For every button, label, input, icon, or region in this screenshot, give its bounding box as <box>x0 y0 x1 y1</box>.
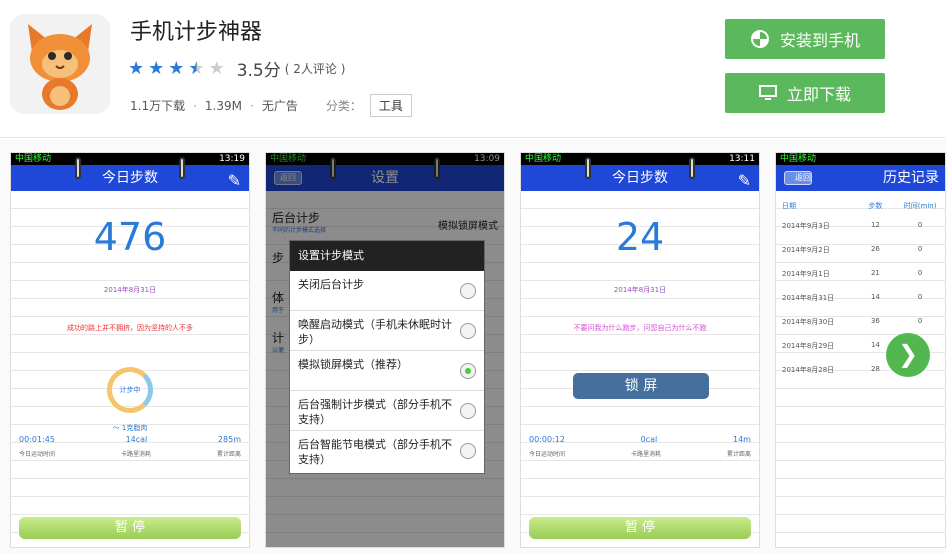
meta-info: 1.1万下载 · 1.39M · 无广告 分类： 工具 <box>130 94 412 117</box>
step-count: 476 <box>93 215 167 259</box>
rating: ★ ★ ★ ★ ★ 3.5分 ( 2人评论 ) <box>128 56 345 81</box>
file-size: 1.39M <box>204 98 242 113</box>
dialog-option: 后台智能节电模式（部分手机不支持） <box>290 431 484 471</box>
download-count: 1.1万下载 <box>130 99 186 113</box>
screenshot-3[interactable]: 中国移动 13:11 今日步数 ✎ 24 2014年8月31日 不要问我为什么跑步… <box>520 152 760 548</box>
status-bar: 中国移动 <box>776 153 945 165</box>
empty-star-icon: ★ <box>208 57 225 79</box>
dialog-option: 关闭后台计步 <box>290 271 484 311</box>
screen-title: 今日步数 <box>612 170 668 186</box>
history-row: 2014年9月1日 21 0 <box>782 269 923 278</box>
binder-ring-icon <box>689 157 695 179</box>
stats-labels: 今日运动时间 卡路里消耗 累计距离 <box>529 451 751 458</box>
history-row: 2014年9月3日 12 0 <box>782 221 923 230</box>
title-bar: 今日步数 ✎ <box>521 157 759 191</box>
dialog-option: 唤醒启动模式（手机未休眠时计步） <box>290 311 484 351</box>
history-row: 2014年9月2日 26 0 <box>782 245 923 254</box>
motto: 不要问我为什么跑步，问您自己为什么不跑 <box>573 324 707 332</box>
screenshot-gallery: 中国移动 13:19 今日步数 ✎ 476 2014年8月31日 成功的路上并不拥… <box>0 139 946 553</box>
radio-icon <box>460 443 476 459</box>
history-row: 2014年8月30日 36 0 <box>782 317 923 326</box>
motto: 成功的路上并不拥挤，因为坚持的人不多 <box>67 324 193 332</box>
pause-button: 暂 停 <box>529 517 751 539</box>
history-row: 2014年8月31日 14 0 <box>782 293 923 302</box>
step-count: 24 <box>615 215 665 259</box>
download-now-button[interactable]: 立即下载 <box>725 73 885 113</box>
rating-score: 3.5分 <box>236 61 281 81</box>
dialog-option: 模拟锁屏模式（推荐） <box>290 351 484 391</box>
fat-burn: ～ 1克脂肉 <box>112 424 148 432</box>
half-star-icon: ★ <box>188 57 205 79</box>
mode-dialog: 设置计步模式 关闭后台计步 唤醒启动模式（手机未休眠时计步） 模拟锁屏模式（推荐… <box>289 240 485 474</box>
monitor-icon <box>758 85 777 100</box>
star-icon: ★ <box>168 57 185 79</box>
title-bar: 今日步数 ✎ <box>11 157 249 191</box>
status-bar: 中国移动 13:11 <box>521 153 759 165</box>
lock-screen-button: 锁 屏 <box>573 373 709 399</box>
progress-circle: 计步中 <box>107 367 153 413</box>
back-button: 返回 <box>784 171 812 185</box>
radio-icon <box>460 283 476 299</box>
install-to-phone-button[interactable]: 安装到手机 <box>725 19 885 59</box>
date: 2014年8月31日 <box>103 286 157 294</box>
install-label: 安装到手机 <box>779 31 860 50</box>
pause-button: 暂 停 <box>19 517 241 539</box>
category-tag[interactable]: 工具 <box>369 94 412 117</box>
history-header: 日期 步数 时间(min) <box>782 202 937 210</box>
chevron-right-icon[interactable]: ❯ <box>886 333 930 377</box>
radio-selected-icon <box>460 363 476 379</box>
category-label: 分类： <box>325 99 362 113</box>
dialog-option: 后台强制计步模式（部分手机不支持） <box>290 391 484 431</box>
ads-info: 无广告 <box>261 99 298 113</box>
app-header: 手机计步神器 ★ ★ ★ ★ ★ 3.5分 ( 2人评论 ) 1.1万下载 · 1… <box>0 0 946 138</box>
radio-icon <box>460 403 476 419</box>
stats-labels: 今日运动时间 卡路里消耗 累计距离 <box>19 451 241 458</box>
star-icon: ★ <box>148 57 165 79</box>
download-label: 立即下载 <box>786 85 851 104</box>
review-count[interactable]: ( 2人评论 ) <box>285 60 346 77</box>
stats-row: 00:01:45 14cal 285m <box>19 435 241 444</box>
star-icon: ★ <box>128 57 145 79</box>
status-bar: 中国移动 13:19 <box>11 153 249 165</box>
screenshot-1[interactable]: 中国移动 13:19 今日步数 ✎ 476 2014年8月31日 成功的路上并不拥… <box>10 152 250 548</box>
title-bar: 返回 历史记录 <box>776 165 945 191</box>
stats-row: 00:00:12 0cal 14m <box>529 435 751 444</box>
binder-ring-icon <box>179 157 185 179</box>
date: 2014年8月31日 <box>613 286 667 294</box>
install-icon <box>750 30 769 48</box>
app-title: 手机计步神器 <box>130 20 263 45</box>
binder-ring-icon <box>585 157 591 179</box>
binder-ring-icon <box>75 157 81 179</box>
screen-title: 历史记录 <box>883 170 939 186</box>
app-icon <box>10 14 110 114</box>
dialog-title: 设置计步模式 <box>290 241 484 271</box>
screenshot-2[interactable]: 中国移动 13:09 返回 设置 后台计步 不同的计步模式选择 模拟锁屏模式 步 … <box>265 152 505 548</box>
screen-title: 今日步数 <box>102 170 158 186</box>
radio-icon <box>460 323 476 339</box>
